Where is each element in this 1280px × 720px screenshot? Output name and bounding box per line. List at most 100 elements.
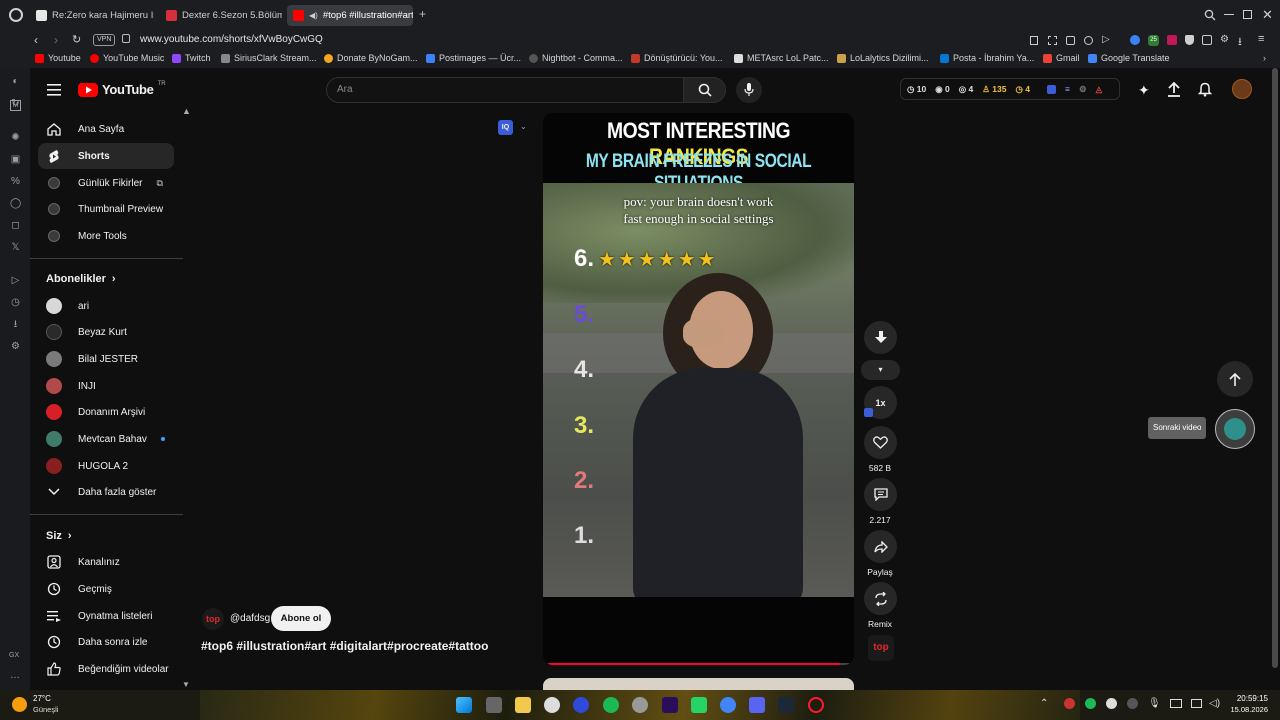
bookmark-siriusclark[interactable]: SiriusClark Stream... <box>221 53 317 63</box>
page-scrollbar[interactable] <box>1272 68 1278 668</box>
share-button[interactable] <box>864 530 897 563</box>
subscribe-button[interactable]: Abone ol <box>271 606 331 631</box>
bookmark-youtube[interactable]: Youtube <box>35 53 81 63</box>
short-video-player[interactable]: MOST INTERESTING RANKINGS MY BRAIN FREEZ… <box>543 113 854 665</box>
tray-spotify-icon[interactable] <box>1085 698 1096 709</box>
iq-icon[interactable] <box>1046 84 1056 94</box>
stats-widget[interactable]: ◷ 10 ◉ 0 ◎ 4 ♙ 135 ◷ 4 ≡ ⚙ ◬ <box>900 78 1120 100</box>
create-icon[interactable]: ✦ <box>1138 82 1150 99</box>
restore-icon[interactable] <box>1243 10 1252 19</box>
snapshot-icon[interactable] <box>1048 36 1057 45</box>
subscription-item[interactable]: HUGOLA 2 <box>38 453 174 479</box>
bookmark-converter[interactable]: Dönüştürücü: You... <box>631 53 723 63</box>
upload-icon[interactable] <box>1167 81 1181 97</box>
extensions-icon[interactable] <box>1202 35 1212 45</box>
subscription-item[interactable]: Beyaz Kurt <box>38 319 174 345</box>
pin-icon[interactable] <box>1030 36 1038 45</box>
ext-pink-icon[interactable] <box>1167 35 1177 45</box>
sidebar-item-gunluk-fikirler[interactable]: Günlük Fikirler ⧉ <box>38 170 174 196</box>
short-description[interactable]: #top6 #illustration#art #digitalart#proc… <box>201 639 488 653</box>
ext-blue-icon[interactable] <box>1130 35 1140 45</box>
gear-icon[interactable]: ⚙ <box>1079 84 1087 95</box>
minimize-icon[interactable] <box>1224 14 1234 15</box>
tray-headset-icon[interactable] <box>1106 698 1117 709</box>
percent-icon[interactable]: % <box>10 176 21 187</box>
youtube-logo[interactable]: YouTube TR <box>78 81 166 97</box>
sidebar-item-history[interactable]: Geçmiş <box>38 576 174 602</box>
sidebar-item-home[interactable]: Ana Sayfa <box>38 116 174 142</box>
chatgpt-icon[interactable]: ✺ <box>10 132 21 143</box>
tray-steam-icon[interactable] <box>1127 698 1138 709</box>
tray-expand-icon[interactable]: ⌃ <box>1040 698 1048 709</box>
channel-logo[interactable]: top <box>202 608 224 630</box>
sidebar-scroll-up-icon[interactable]: ▲ <box>182 106 191 116</box>
play-icon[interactable]: ▷ <box>1102 34 1110 45</box>
ext-badge-icon[interactable]: 25 <box>1148 35 1159 46</box>
steam-icon[interactable] <box>778 697 794 713</box>
account-avatar[interactable] <box>1232 79 1252 99</box>
subscription-item[interactable]: Donanım Arşivi <box>38 399 174 425</box>
subscription-item[interactable]: Bilal JESTER <box>38 346 174 372</box>
more-icon[interactable]: … <box>10 670 20 681</box>
bookmark-metasrc[interactable]: METAsrc LoL Patc... <box>734 53 829 63</box>
opera-gx-icon[interactable] <box>808 697 824 713</box>
chatgpt-app-icon[interactable] <box>632 697 648 713</box>
download-icon[interactable]: ⭳ <box>1238 33 1242 52</box>
channel-handle[interactable]: @dafdsg <box>230 613 270 624</box>
downloads-side-icon[interactable]: ⭳ <box>10 319 21 330</box>
list-icon[interactable]: ≡ <box>1065 84 1070 94</box>
bookmark-nightbot[interactable]: Nightbot - Comma... <box>529 53 623 63</box>
url-field[interactable]: www.youtube.com/shorts/xfVwBoyCwGQ <box>140 34 323 45</box>
bookmark-gmail[interactable]: Gmail <box>1043 53 1080 63</box>
bookmark-donate[interactable]: Donate ByNoGam... <box>324 53 418 63</box>
discord-icon[interactable] <box>749 697 765 713</box>
notifications-bell-icon[interactable] <box>1198 81 1212 97</box>
tray-mic-icon[interactable]: 🎙 <box>1148 698 1161 709</box>
tray-app-icon[interactable] <box>1064 698 1075 709</box>
search-input[interactable]: Ara <box>326 77 684 103</box>
tab-youtube-short[interactable]: ◀) #top6 #illustration#art <box>287 5 413 26</box>
cube-icon[interactable] <box>1084 36 1093 45</box>
menu-icon[interactable]: ≡ <box>1258 33 1264 45</box>
search-button[interactable] <box>684 77 726 103</box>
tab-search-icon[interactable] <box>1204 9 1216 21</box>
sidebar-item-your-channel[interactable]: Kanalınız <box>38 549 174 575</box>
bookmarks-more-icon[interactable]: › <box>1263 53 1266 63</box>
file-explorer-icon[interactable] <box>515 697 531 713</box>
task-view-icon[interactable] <box>486 697 502 713</box>
chevron-down-icon[interactable]: ⌄ <box>520 122 527 131</box>
history-side-icon[interactable]: ◷ <box>10 297 21 308</box>
remix-button[interactable] <box>864 582 897 615</box>
app-globe-icon[interactable] <box>573 697 589 713</box>
subscriptions-header[interactable]: Abonelikler › <box>46 273 116 285</box>
bookmark-google-translate[interactable]: Google Translate <box>1088 53 1170 63</box>
forward-icon[interactable]: › <box>54 33 58 47</box>
reload-icon[interactable]: ↻ <box>72 33 81 46</box>
twitch-side-icon[interactable]: ▣ <box>10 154 21 165</box>
tab-rezero[interactable]: Re:Zero kara Hajimeru Isek <box>30 5 154 26</box>
weather-sun-icon[interactable] <box>12 697 27 712</box>
back-icon[interactable]: ‹ <box>34 33 38 47</box>
tab-dexter[interactable]: Dexter 6.Sezon 5.Bölüm Tü <box>160 5 282 26</box>
clock-time[interactable]: 20:59:15 <box>1232 694 1268 703</box>
spotify-icon[interactable] <box>603 697 619 713</box>
whatsapp-icon[interactable]: ◯ <box>10 198 21 209</box>
settings-icon[interactable]: ⚙ <box>1220 34 1229 45</box>
player-icon[interactable]: ▷ <box>10 275 21 286</box>
vpn-badge[interactable]: VPN <box>93 34 116 46</box>
expand-button[interactable]: ▾ <box>861 360 900 380</box>
bookmark-twitch[interactable]: Twitch <box>172 53 211 63</box>
bookmark-youtube-music[interactable]: YouTube Music <box>90 53 164 63</box>
sidebar-item-playlists[interactable]: Oynatma listeleri <box>38 603 174 629</box>
premiere-icon[interactable] <box>662 697 678 713</box>
settings-side-icon[interactable]: ⚙ <box>10 341 21 352</box>
sidebar-scroll-down-icon[interactable]: ▼ <box>182 680 190 689</box>
comments-button[interactable] <box>864 478 897 511</box>
iq-extension-icon[interactable]: IQ <box>498 120 513 135</box>
subscription-item[interactable]: Mevtcan Bahav <box>38 426 174 452</box>
download-button[interactable] <box>864 321 897 354</box>
show-more-button[interactable]: Daha fazla göster <box>38 479 174 505</box>
opera-logo-icon[interactable] <box>9 8 23 22</box>
tray-keyboard-icon[interactable] <box>1170 699 1182 708</box>
tray-network-icon[interactable] <box>1191 699 1202 708</box>
